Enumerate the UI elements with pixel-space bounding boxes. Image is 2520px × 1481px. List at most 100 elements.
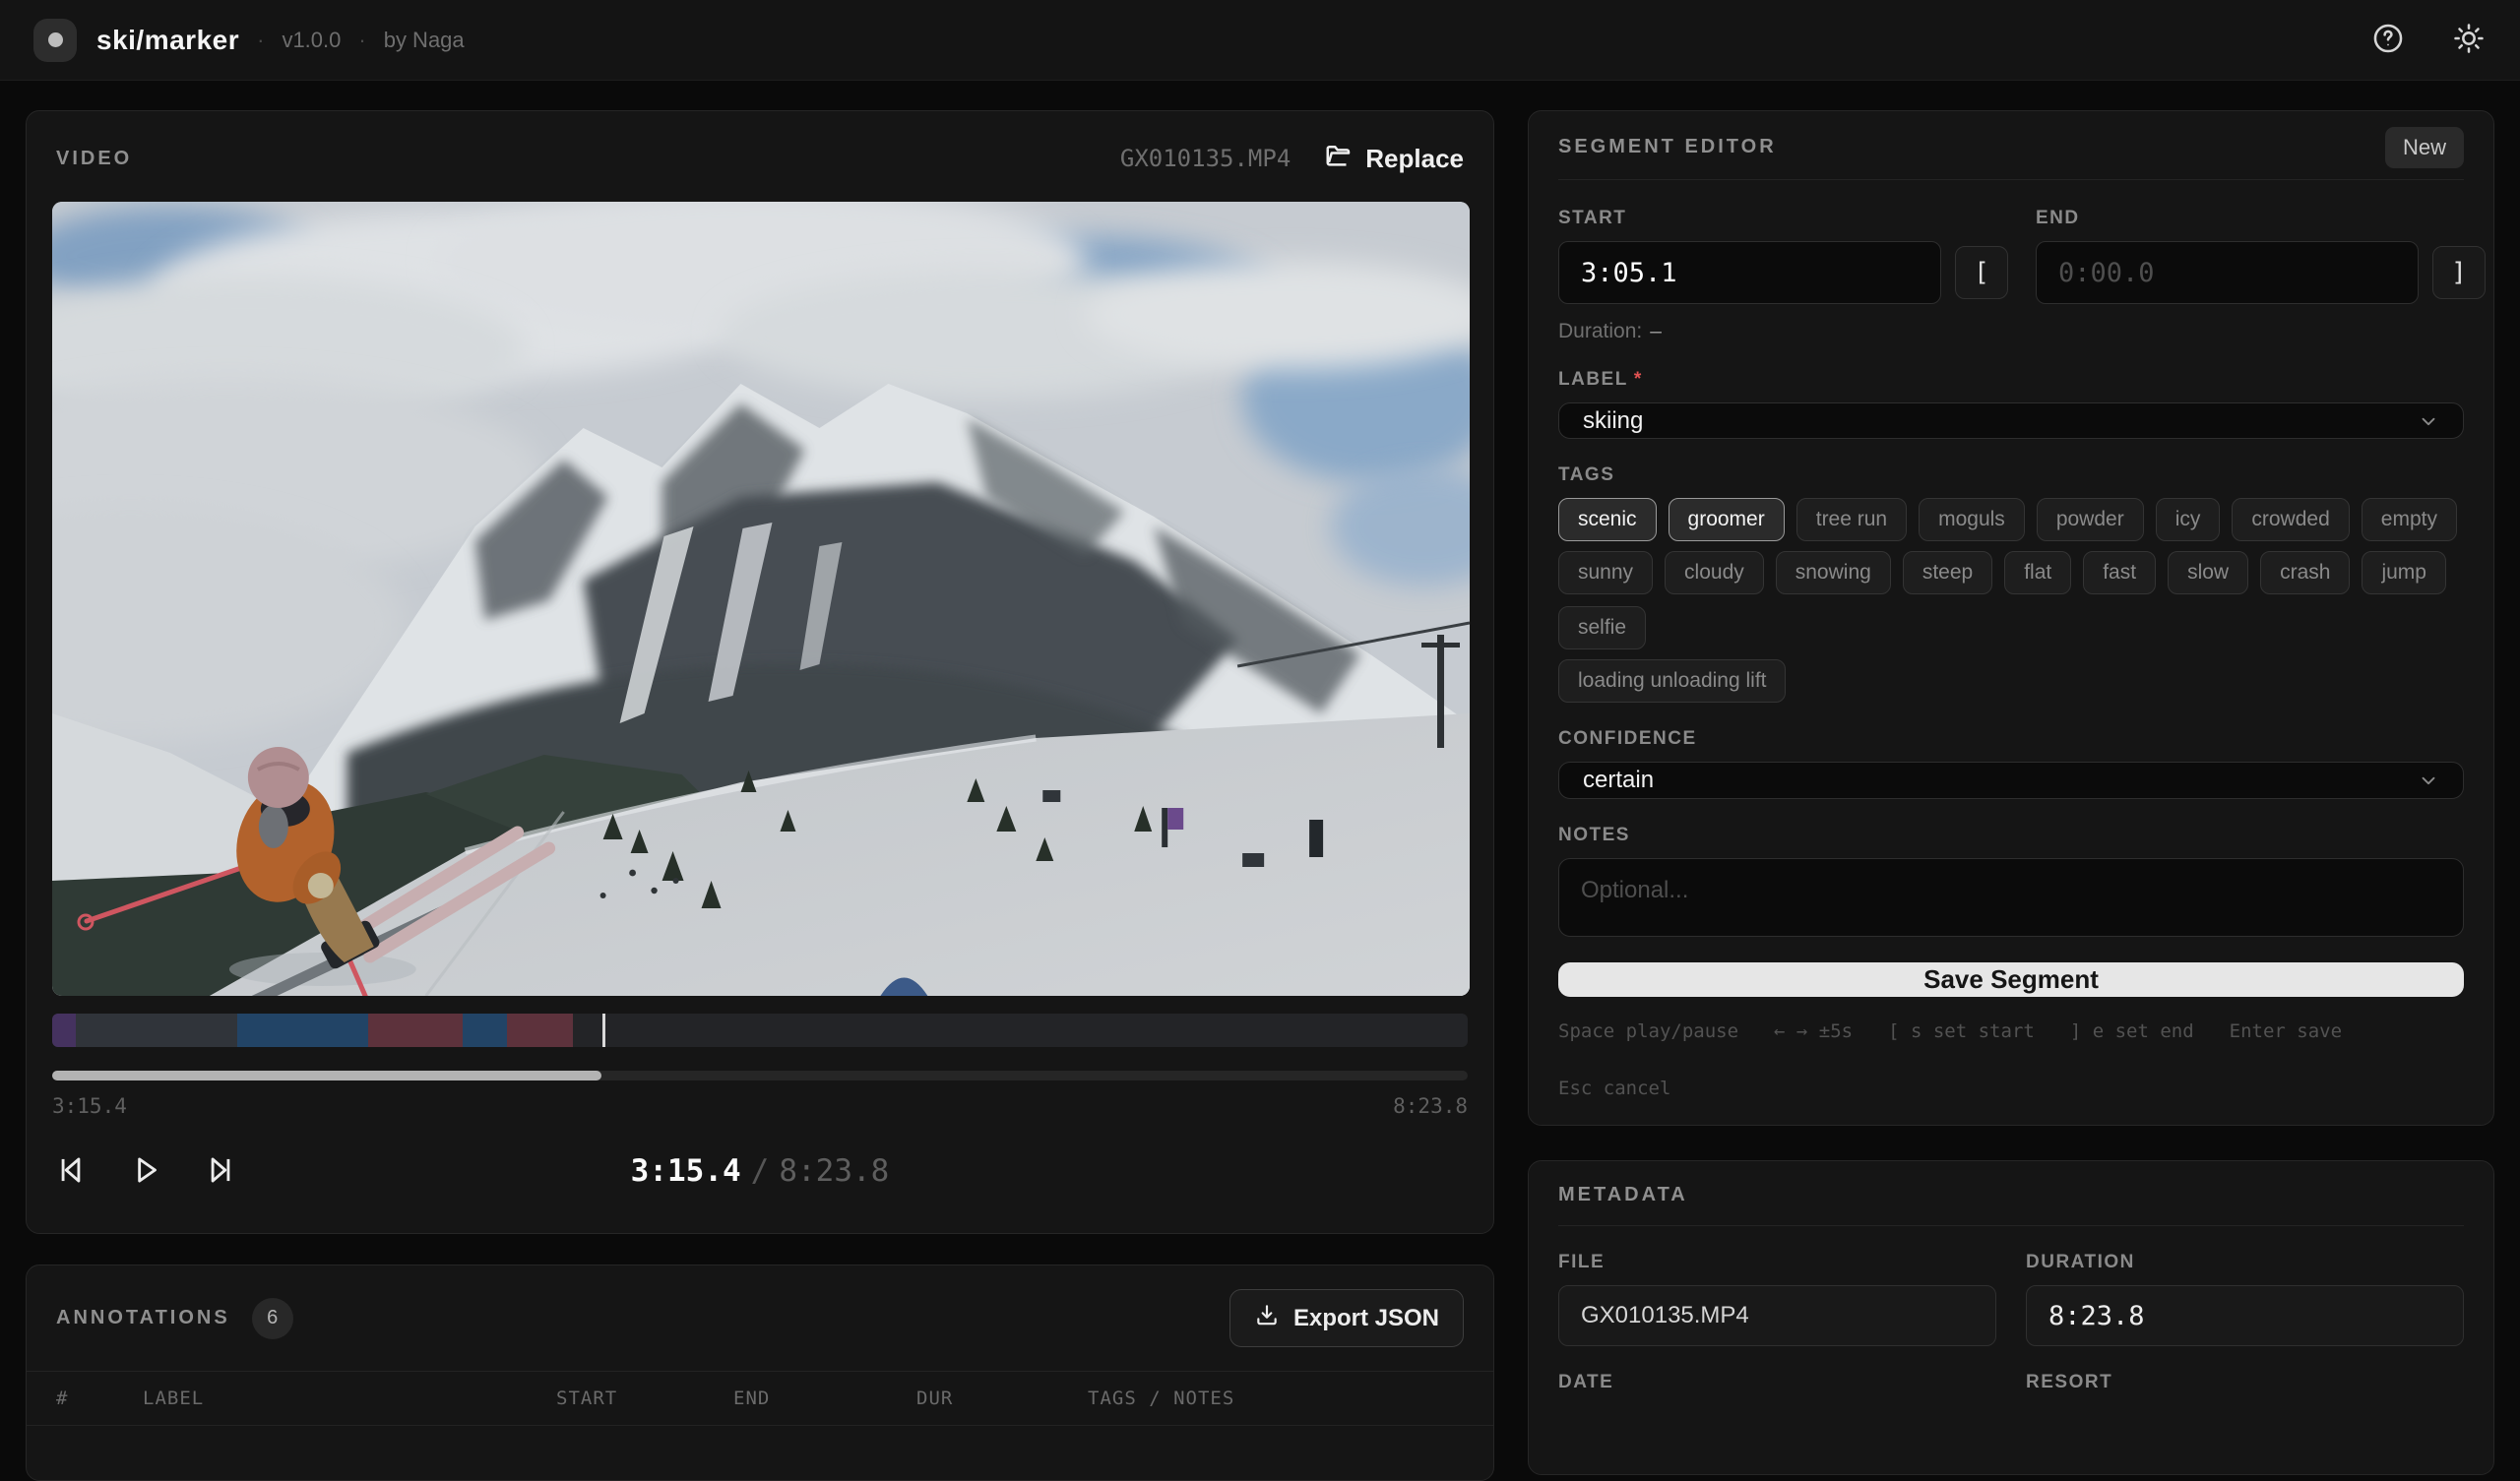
app-version: v1.0.0 [282,28,341,53]
column-header: END [733,1388,916,1409]
tag-chip[interactable]: steep [1903,551,1992,594]
notes-input[interactable] [1558,858,2464,937]
metadata-title: METADATA [1558,1184,1688,1206]
label-select-value: skiing [1583,407,1643,435]
start-input[interactable] [1558,241,1941,304]
timeline-segment[interactable] [76,1014,237,1047]
tags-group: scenic groomer tree run moguls powder icycrow… [1558,498,2464,703]
shortcut-hint: Enter save [2230,1020,2342,1042]
annotations-table-header: #LABELSTARTENDDURTAGS / NOTES [27,1371,1493,1426]
file-label: FILE [1558,1252,1996,1273]
tag-row: scenic groomer tree run moguls powder icycrow… [1558,498,2464,541]
set-end-button[interactable]: ] [2432,246,2486,299]
tag-chip[interactable]: cloudy [1665,551,1764,594]
timeline-empty-region[interactable] [573,1014,1468,1047]
annotations-panel: ANNOTATIONS 6 Export JSON #LABELSTARTEND… [26,1265,1494,1481]
column-header: TAGS / NOTES [1088,1388,1464,1409]
tag-chip[interactable]: fast [2083,551,2156,594]
tag-chip[interactable]: jump [2362,551,2446,594]
metadata-panel: METADATA FILE GX010135.MP4 DURATION 8:23… [1528,1160,2494,1475]
set-start-button[interactable]: [ [1955,246,2008,299]
file-value-field[interactable]: GX010135.MP4 [1558,1285,1996,1346]
export-json-label: Export JSON [1293,1305,1439,1332]
tag-chip[interactable]: loading unloading lift [1558,659,1786,703]
tag-row: sunny cloudy snowing steep flat fast slow crash… [1558,551,2464,649]
chevron-down-icon [2418,770,2439,791]
sun-icon [2452,22,2486,58]
app-title: ski/marker [96,25,239,56]
start-label: START [1558,208,2008,229]
export-json-button[interactable]: Export JSON [1229,1289,1464,1347]
shortcut-hint: ] e set end [2070,1020,2194,1042]
label-field-label: LABEL * [1558,369,2464,391]
segment-timeline[interactable] [52,1014,1468,1047]
video-frame-scene [52,202,1470,996]
tag-chip[interactable]: slow [2168,551,2248,594]
tag-chip[interactable]: tree run [1796,498,1907,541]
separator-dot: · [257,28,264,53]
timeline-segment[interactable] [368,1014,463,1047]
tag-chip[interactable]: empty [2362,498,2457,541]
column-header: LABEL [143,1388,556,1409]
column-header: # [56,1388,143,1409]
seek-bar[interactable] [52,1071,1468,1080]
app-logo [33,19,77,62]
label-select[interactable]: skiing [1558,402,2464,439]
tag-chip[interactable]: scenic [1558,498,1657,541]
status-badge: New [2385,127,2464,168]
download-icon [1254,1302,1280,1334]
column-header: START [556,1388,733,1409]
duration-value-field[interactable]: 8:23.8 [2026,1285,2464,1346]
transport-separator: / [751,1153,770,1189]
theme-toggle-button[interactable] [2451,23,2487,58]
transport-current: 3:15.4 [631,1153,741,1189]
save-segment-button[interactable]: Save Segment [1558,962,2464,997]
video-player[interactable] [52,202,1470,996]
annotations-count-badge: 6 [252,1298,293,1339]
total-time-label: 8:23.8 [1393,1094,1468,1118]
required-asterisk: * [1634,369,1643,390]
top-bar: ski/marker · v1.0.0 · by Naga [0,0,2520,81]
tag-chip[interactable]: icy [2156,498,2221,541]
segment-editor-panel: SEGMENT EDITOR New START [ END ] Duratio… [1528,110,2494,1126]
confidence-select[interactable]: certain [1558,762,2464,798]
video-filename: GX010135.MP4 [1120,145,1291,172]
resort-label: RESORT [2026,1372,2464,1393]
confidence-select-value: certain [1583,767,1654,794]
shortcut-hint: ← → ±5s [1774,1020,1853,1042]
duration-field-label: DURATION [2026,1252,2464,1273]
date-label: DATE [1558,1372,1996,1393]
help-icon [2371,22,2405,58]
transport-readout: 3:15.4 /8:23.8 [52,1153,1468,1189]
tag-chip[interactable]: crowded [2232,498,2349,541]
tag-chip[interactable]: flat [2004,551,2071,594]
segment-editor-title: SEGMENT EDITOR [1558,136,1777,158]
seek-bar-fill [52,1071,601,1080]
replace-video-button[interactable]: Replace [1324,141,1464,177]
label-text: LABEL [1558,369,1628,390]
tag-chip[interactable]: sunny [1558,551,1653,594]
shortcut-hint: Esc cancel [1558,1078,1670,1099]
duration-label: Duration: [1558,320,1642,342]
timeline-segment[interactable] [507,1014,574,1047]
timeline-segment[interactable] [237,1014,367,1047]
tag-chip[interactable]: powder [2037,498,2144,541]
tag-row: loading unloading lift [1558,659,2464,703]
folder-open-icon [1324,141,1354,177]
replace-label: Replace [1365,144,1464,174]
timeline-segment[interactable] [463,1014,507,1047]
tag-chip[interactable]: snowing [1776,551,1891,594]
app-byline: by Naga [384,28,465,53]
tag-chip[interactable]: moguls [1919,498,2025,541]
separator-dot: · [358,28,365,53]
video-panel: VIDEO GX010135.MP4 Replace [26,110,1494,1234]
help-button[interactable] [2370,23,2406,58]
timeline-playhead[interactable] [602,1014,605,1047]
transport-total: 8:23.8 [779,1153,889,1189]
tag-chip[interactable]: crash [2260,551,2350,594]
tag-chip[interactable]: groomer [1669,498,1785,541]
timeline-segment[interactable] [52,1014,76,1047]
end-input[interactable] [2036,241,2419,304]
current-time-label: 3:15.4 [52,1094,127,1118]
tag-chip[interactable]: selfie [1558,606,1646,649]
